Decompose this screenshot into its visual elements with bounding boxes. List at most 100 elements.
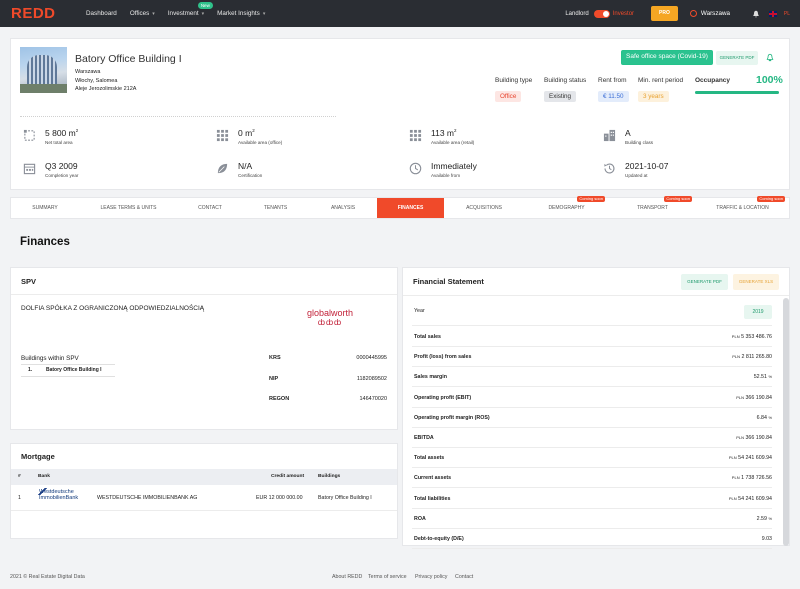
footer-link-terms[interactable]: Terms of service xyxy=(368,574,407,580)
table-row: Total liabilities PLN 54 241 609.94 xyxy=(412,489,772,509)
mortgage-building-link[interactable]: Batory Office Building I xyxy=(318,485,372,511)
building-number: 1. xyxy=(28,367,33,373)
stat-value: N/A xyxy=(238,161,253,171)
metric-value: PLN 54 241 609.94 xyxy=(729,448,772,468)
tab-lease-terms[interactable]: Lease terms & units xyxy=(79,198,178,218)
registry-key: KRS xyxy=(269,355,281,361)
tab-acquisitions[interactable]: Acquisitions xyxy=(444,198,524,218)
list-item[interactable]: 1. Batory Office Building I xyxy=(21,364,115,377)
currency-prefix: PLN xyxy=(728,495,737,501)
min-rent-period-label: Min. rent period xyxy=(638,77,684,84)
bell-icon[interactable] xyxy=(766,53,774,62)
metric-value: PLN 54 241 609.94 xyxy=(729,489,772,509)
stat-label: Certification xyxy=(238,173,263,178)
currency-prefix: PLN xyxy=(731,334,740,339)
table-row: Operating profit (EBIT) PLN 366 190.84 xyxy=(412,388,772,408)
tab-label: Lease terms & units xyxy=(100,205,157,211)
table-row: ROA 2.59 % xyxy=(412,509,772,529)
building-type-label: Building type xyxy=(495,77,533,84)
landlord-investor-toggle[interactable] xyxy=(593,9,610,18)
stat-value: 0 xyxy=(238,128,243,138)
occupancy-value: 100% xyxy=(756,74,783,86)
address-district: Włochy, Salomea xyxy=(75,77,118,84)
tab-contact[interactable]: Contact xyxy=(178,198,242,218)
nav-market-insights-label: Market Insights xyxy=(217,10,260,17)
building-header-card: Batory Office Building I Warszawa Włochy… xyxy=(10,38,790,190)
stat-value: 5 800 xyxy=(45,128,67,138)
metric-number: 1 738 726.56 xyxy=(741,475,772,482)
metric-number: 54 241 609.94 xyxy=(738,495,772,502)
nav-market-insights[interactable]: Market Insights ▾ xyxy=(217,10,265,17)
column-header-buildings: Buildings xyxy=(318,474,341,479)
unit-suffix: % xyxy=(768,414,772,420)
tab-analysis[interactable]: Analysis xyxy=(309,198,377,218)
row-number: 1 xyxy=(18,495,21,501)
generate-pdf-button[interactable]: GENERATE PDF xyxy=(681,274,728,290)
address-street: Aleje Jerozolimskie 212A xyxy=(75,86,137,93)
bank-logo: Westdeutsche ImmobilienBank xyxy=(37,488,78,501)
year-selector-button[interactable]: 2019 xyxy=(744,305,772,319)
metric-label: Profit (loss) from sales xyxy=(414,354,472,361)
table-row: Current assets PLN 1 738 726.56 xyxy=(412,468,772,489)
metric-number: 2 811 265.80 xyxy=(741,354,772,361)
currency-prefix: PLN xyxy=(732,354,740,360)
metric-value: 6.84 % xyxy=(757,408,772,428)
stat-label: Net total area xyxy=(45,140,73,145)
building-link[interactable]: Batory Office Building I xyxy=(46,365,102,376)
stat-value: 2021-10-07 xyxy=(625,161,669,171)
tab-demography[interactable]: Demography Coming soon xyxy=(524,196,609,218)
column-header-number: # xyxy=(18,474,21,479)
building-photo[interactable] xyxy=(20,47,67,93)
tab-tenants[interactable]: Tenants xyxy=(242,198,309,218)
footer-link-privacy[interactable]: Privacy policy xyxy=(415,574,447,580)
tab-transport[interactable]: Transport Coming soon xyxy=(609,196,696,218)
bank-name: WESTDEUTSCHE IMMOBILIENBANK AG xyxy=(97,495,198,501)
globalworth-logo: globalworth ȸȸȸ xyxy=(304,309,356,328)
stat-label: Building class xyxy=(625,140,654,145)
table-row[interactable]: 1 Westdeutsche ImmobilienBank WESTDEUTSC… xyxy=(11,485,397,511)
mortgage-table-header: # Bank Credit amount Buildings xyxy=(11,469,397,485)
city-selector[interactable]: Warszawa xyxy=(689,10,752,17)
registry-key: REGON xyxy=(269,396,290,402)
footer-link-contact[interactable]: Contact xyxy=(455,574,473,580)
nav-dashboard-label: Dashboard xyxy=(86,10,117,17)
redd-logo[interactable]: REDD xyxy=(11,5,73,22)
stat-available-office: 0 m2 Available area (office) xyxy=(216,128,282,145)
covid-safe-badge[interactable]: Safe office space (Covid-19) xyxy=(621,50,713,65)
tab-label: Transport xyxy=(637,205,668,211)
stat-value: Immediately xyxy=(431,161,477,171)
scrollbar[interactable] xyxy=(783,298,789,546)
stat-value: Q3 2009 xyxy=(45,161,78,171)
nav-offices[interactable]: Offices ▾ xyxy=(130,10,155,17)
credit-amount: EUR 12 000 000.00 xyxy=(256,495,303,501)
flag-uk-icon[interactable] xyxy=(768,10,777,17)
notification-bell-icon[interactable] xyxy=(752,10,760,18)
tab-traffic-location[interactable]: Traffic & Location Coming soon xyxy=(696,196,789,218)
tab-finances[interactable]: Finances xyxy=(377,198,444,218)
divider xyxy=(412,325,772,326)
generate-xls-button[interactable]: GENERATE XLS xyxy=(733,274,779,290)
footer-link-about[interactable]: About REDD xyxy=(332,574,362,580)
new-badge: New xyxy=(197,2,213,9)
nav-investment[interactable]: Investment ▾ New xyxy=(168,2,213,17)
stat-label: Available area (retail) xyxy=(431,140,475,145)
nav-right-group: Landlord Investor PRO Warszawa PL xyxy=(565,0,800,27)
chevron-down-icon: ▾ xyxy=(152,10,155,17)
registry-value: 1182089502 xyxy=(356,376,387,382)
tab-summary[interactable]: Summary xyxy=(11,198,79,218)
financial-statement-card: Financial Statement GENERATE PDF GENERAT… xyxy=(402,267,790,549)
mortgage-card: Mortgage # Bank Credit amount Buildings … xyxy=(10,443,398,539)
pro-button[interactable]: PRO xyxy=(651,6,678,21)
metric-value: PLN 366 190.84 xyxy=(736,388,772,408)
grid-icon xyxy=(216,129,229,142)
nav-dashboard[interactable]: Dashboard xyxy=(86,10,117,17)
generate-pdf-button[interactable]: GENERATE PDF xyxy=(716,51,758,65)
metric-number: 54 241 609.94 xyxy=(738,455,772,462)
language-pl[interactable]: PL xyxy=(784,11,790,17)
occupancy-label: Occupancy xyxy=(695,77,731,84)
area-icon xyxy=(23,129,35,141)
metric-label: Sales margin xyxy=(414,374,447,381)
table-row: EBITDA PLN 366 190.84 xyxy=(412,428,772,448)
divider xyxy=(403,295,789,296)
table-row: Sales margin 52.51 % xyxy=(412,367,772,388)
